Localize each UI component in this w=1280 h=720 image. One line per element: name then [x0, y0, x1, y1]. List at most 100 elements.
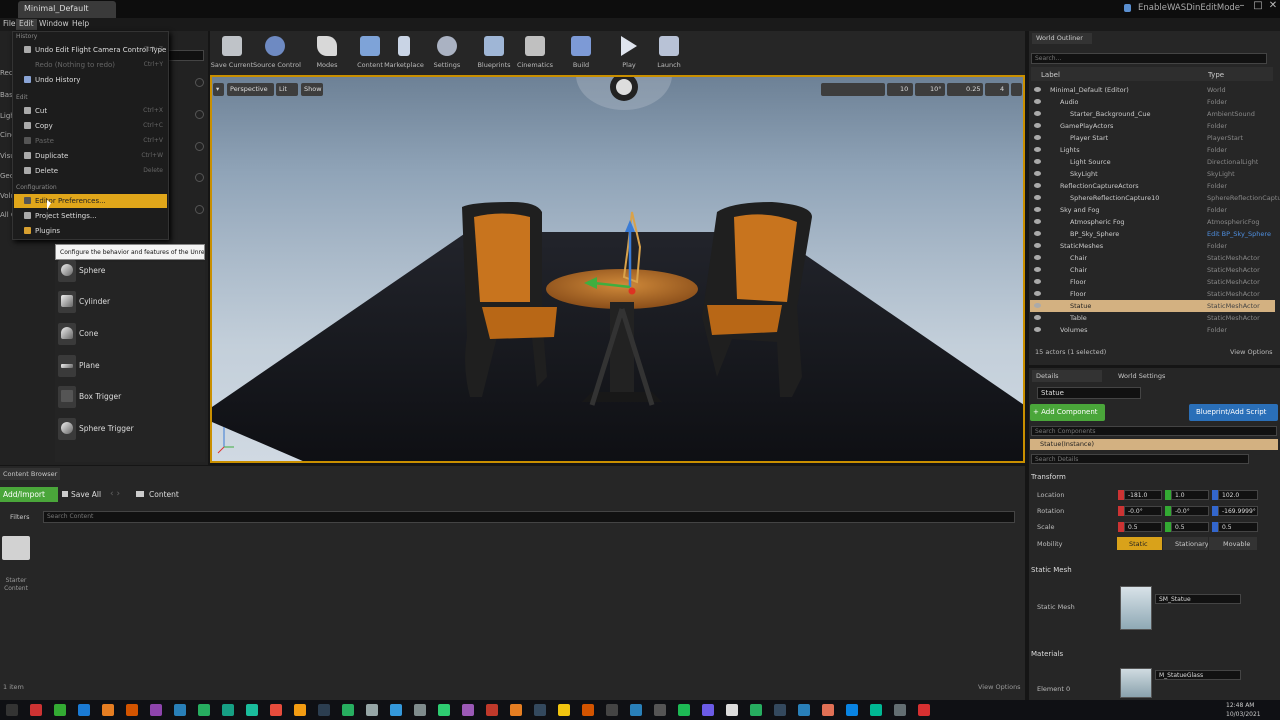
- taskbar-app-icon[interactable]: [798, 704, 810, 716]
- taskbar-app-icon[interactable]: [198, 704, 210, 716]
- eye-icon[interactable]: [1034, 255, 1041, 260]
- category-lights[interactable]: Light: [0, 112, 12, 120]
- launch-button[interactable]: Launch: [647, 34, 691, 74]
- taskbar-app-icon[interactable]: [342, 704, 354, 716]
- paste-menu-item[interactable]: Paste Ctrl+V: [14, 134, 167, 148]
- taskbar-app-icon[interactable]: [174, 704, 186, 716]
- help-icon[interactable]: [195, 110, 204, 119]
- eye-icon[interactable]: [1034, 195, 1041, 200]
- outliner-search-input[interactable]: Search...: [1031, 53, 1267, 64]
- taskbar-app-icon[interactable]: [750, 704, 762, 716]
- primitive-item-sphere-trigger[interactable]: Sphere Trigger: [56, 416, 204, 444]
- plugins-menu-item[interactable]: Plugins: [14, 224, 167, 238]
- eye-icon[interactable]: [1034, 171, 1041, 176]
- actor-name-input[interactable]: Statue: [1037, 387, 1141, 399]
- primitive-item-box-trigger[interactable]: Box Trigger: [56, 384, 204, 412]
- eye-icon[interactable]: [1034, 183, 1041, 188]
- outliner-row[interactable]: Volumes Folder: [1030, 324, 1275, 336]
- static-mesh-dropdown[interactable]: SM_Statue: [1155, 594, 1241, 604]
- outliner-row[interactable]: Light Source DirectionalLight: [1030, 156, 1275, 168]
- taskbar-app-icon[interactable]: [774, 704, 786, 716]
- primitive-item-cylinder[interactable]: Cylinder: [56, 289, 204, 317]
- taskbar-app-icon[interactable]: [654, 704, 666, 716]
- mobility-static-button[interactable]: Static: [1117, 537, 1162, 550]
- taskbar-app-icon[interactable]: [918, 704, 930, 716]
- minimize-icon[interactable]: –: [1235, 0, 1249, 14]
- outliner-row[interactable]: SphereReflectionCapture10 SphereReflectio…: [1030, 192, 1280, 204]
- blueprint-add-script-button[interactable]: Blueprint/Add Script: [1189, 404, 1278, 421]
- help-icon[interactable]: [195, 78, 204, 87]
- eye-icon[interactable]: [1034, 147, 1041, 152]
- eye-icon[interactable]: [1034, 243, 1041, 248]
- taskbar-app-icon[interactable]: [270, 704, 282, 716]
- taskbar-app-icon[interactable]: [54, 704, 66, 716]
- outliner-row[interactable]: BP_Sky_Sphere Edit BP_Sky_Sphere: [1030, 228, 1275, 240]
- project-settings-menu-item[interactable]: Project Settings...: [14, 209, 167, 223]
- outliner-row[interactable]: Statue StaticMeshActor: [1030, 300, 1275, 312]
- category-all-classes[interactable]: All Cl: [0, 211, 12, 219]
- outliner-row[interactable]: Chair StaticMeshActor: [1030, 264, 1275, 276]
- modes-search-input[interactable]: [168, 50, 204, 61]
- taskbar-app-icon[interactable]: [630, 704, 642, 716]
- content-view-options[interactable]: View Options: [978, 683, 1021, 691]
- taskbar-app-icon[interactable]: [870, 704, 882, 716]
- help-icon[interactable]: [195, 142, 204, 151]
- settings-button[interactable]: Settings: [425, 34, 469, 74]
- taskbar-app-icon[interactable]: [414, 704, 426, 716]
- eye-icon[interactable]: [1034, 303, 1041, 308]
- search-details-input[interactable]: Search Details: [1031, 454, 1249, 464]
- maximize-icon[interactable]: □: [1251, 0, 1265, 14]
- outliner-row[interactable]: Floor StaticMeshActor: [1030, 276, 1275, 288]
- help-icon[interactable]: [195, 205, 204, 214]
- taskbar-app-icon[interactable]: [582, 704, 594, 716]
- taskbar-app-icon[interactable]: [822, 704, 834, 716]
- camera-speed-button[interactable]: 4: [985, 83, 1009, 96]
- column-label[interactable]: Label: [1041, 71, 1060, 79]
- taskbar-app-icon[interactable]: [606, 704, 618, 716]
- content-search-input[interactable]: Search Content: [43, 511, 1015, 523]
- taskbar-app-icon[interactable]: [438, 704, 450, 716]
- category-volumes[interactable]: Volum: [0, 192, 12, 200]
- taskbar-app-icon[interactable]: [534, 704, 546, 716]
- taskbar-app-icon[interactable]: [318, 704, 330, 716]
- outliner-row[interactable]: Lights Folder: [1030, 144, 1275, 156]
- static-mesh-thumbnail[interactable]: [1120, 586, 1152, 630]
- material-thumbnail[interactable]: [1120, 668, 1152, 698]
- taskbar-app-icon[interactable]: [486, 704, 498, 716]
- world-settings-tab[interactable]: World Settings: [1106, 370, 1186, 382]
- eye-icon[interactable]: [1034, 315, 1041, 320]
- modes-button[interactable]: Modes: [305, 34, 349, 74]
- menu-edit[interactable]: Edit: [16, 19, 37, 30]
- eye-icon[interactable]: [1034, 219, 1041, 224]
- rotation-y-field[interactable]: -0.0°: [1171, 506, 1209, 516]
- primitive-item-plane[interactable]: Plane: [56, 353, 204, 381]
- content-browser-tab[interactable]: Content Browser: [0, 468, 60, 480]
- scale-z-field[interactable]: 0.5: [1218, 522, 1258, 532]
- category-basic[interactable]: Basic: [0, 91, 12, 99]
- eye-icon[interactable]: [1034, 159, 1041, 164]
- taskbar-app-icon[interactable]: [510, 704, 522, 716]
- eye-icon[interactable]: [1034, 279, 1041, 284]
- taskbar-app-icon[interactable]: [102, 704, 114, 716]
- outliner-row[interactable]: Floor StaticMeshActor: [1030, 288, 1275, 300]
- scale-y-field[interactable]: 0.5: [1171, 522, 1209, 532]
- location-y-field[interactable]: 1.0: [1171, 490, 1209, 500]
- world-outliner-tab[interactable]: World Outliner: [1032, 33, 1092, 44]
- filters-button[interactable]: Filters: [0, 511, 42, 523]
- scale-snap-button[interactable]: 0.25: [947, 83, 983, 96]
- undo-history-menu-item[interactable]: Undo History: [14, 73, 167, 87]
- details-tab[interactable]: Details: [1032, 370, 1102, 382]
- taskbar-app-icon[interactable]: [894, 704, 906, 716]
- cut-menu-item[interactable]: Cut Ctrl+X: [14, 104, 167, 118]
- build-button[interactable]: Build: [559, 34, 603, 74]
- outliner-row[interactable]: Minimal_Default (Editor) World: [1030, 84, 1275, 96]
- path-breadcrumb[interactable]: Content: [149, 490, 179, 499]
- add-component-button[interactable]: + Add Component: [1030, 404, 1105, 421]
- maximize-viewport-icon[interactable]: [1011, 83, 1022, 96]
- outliner-view-options[interactable]: View Options: [1230, 348, 1273, 356]
- transform-tools[interactable]: [821, 83, 885, 96]
- folder-icon[interactable]: [2, 536, 30, 560]
- taskbar-app-icon[interactable]: [462, 704, 474, 716]
- eye-icon[interactable]: [1034, 207, 1041, 212]
- material-dropdown[interactable]: M_StatueGlass: [1155, 670, 1241, 680]
